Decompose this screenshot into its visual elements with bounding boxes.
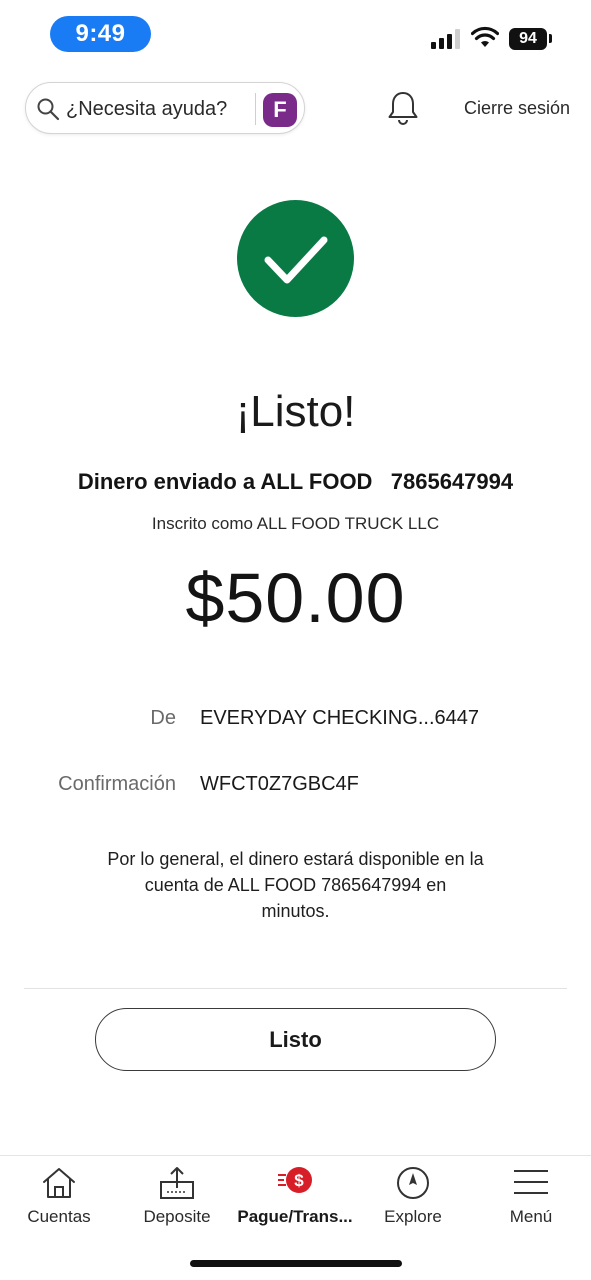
confirmation-number: WFCT0Z7GBC4F xyxy=(200,773,359,795)
done-button[interactable]: Listo xyxy=(95,1008,496,1071)
confirmation-label: Confirmación xyxy=(58,773,176,795)
recipient-summary: Dinero enviado a ALL FOOD 7865647994 xyxy=(77,469,514,494)
tab-label: Pague/Trans... xyxy=(237,1207,353,1226)
status-time: 9:49 xyxy=(50,16,151,52)
hamburger-menu-icon xyxy=(514,1170,548,1194)
svg-text:$: $ xyxy=(294,1171,304,1190)
tab-explore[interactable]: Explore xyxy=(354,1156,472,1246)
search-icon xyxy=(37,98,60,121)
notification-bell-icon[interactable] xyxy=(386,90,420,126)
tab-menu[interactable]: Menú xyxy=(472,1156,590,1246)
section-divider xyxy=(24,988,567,989)
availability-note: Por lo general, el dinero estará disponi… xyxy=(107,849,484,921)
battery-indicator: 94 xyxy=(509,28,547,50)
cellular-signal-icon xyxy=(431,29,460,49)
transfer-amount: $50.00 xyxy=(185,559,406,637)
home-icon xyxy=(43,1168,75,1198)
wifi-icon xyxy=(471,26,499,47)
compass-icon xyxy=(397,1167,429,1199)
tab-label: Cuentas xyxy=(27,1207,91,1226)
home-indicator[interactable] xyxy=(190,1260,402,1267)
from-account-value: EVERYDAY CHECKING...6447 xyxy=(200,707,480,729)
from-label: De xyxy=(150,707,176,729)
search-divider xyxy=(255,93,256,125)
success-check-icon xyxy=(237,200,354,317)
deposit-icon xyxy=(160,1167,194,1199)
battery-tip xyxy=(549,34,552,43)
success-headline: ¡Listo! xyxy=(235,387,356,436)
assistant-fargo-icon[interactable]: F xyxy=(263,93,297,127)
tab-label: Deposite xyxy=(143,1207,211,1226)
tab-label: Menú xyxy=(509,1207,553,1226)
logout-link[interactable]: Cierre sesión xyxy=(440,96,570,120)
tab-pague-trans[interactable]: $ Pague/Trans... xyxy=(236,1156,354,1246)
recipient-registered-name: Inscrito como ALL FOOD TRUCK LLC xyxy=(151,514,440,533)
tab-deposite[interactable]: Deposite xyxy=(118,1156,236,1246)
search-placeholder[interactable]: ¿Necesita ayuda? xyxy=(66,83,227,135)
status-bar: 9:49 94 xyxy=(0,0,591,70)
tab-label: Explore xyxy=(384,1207,442,1226)
pay-transfer-icon: $ xyxy=(278,1167,312,1193)
help-search-bar[interactable]: ¿Necesita ayuda? F xyxy=(25,82,305,134)
tab-cuentas[interactable]: Cuentas xyxy=(0,1156,118,1246)
